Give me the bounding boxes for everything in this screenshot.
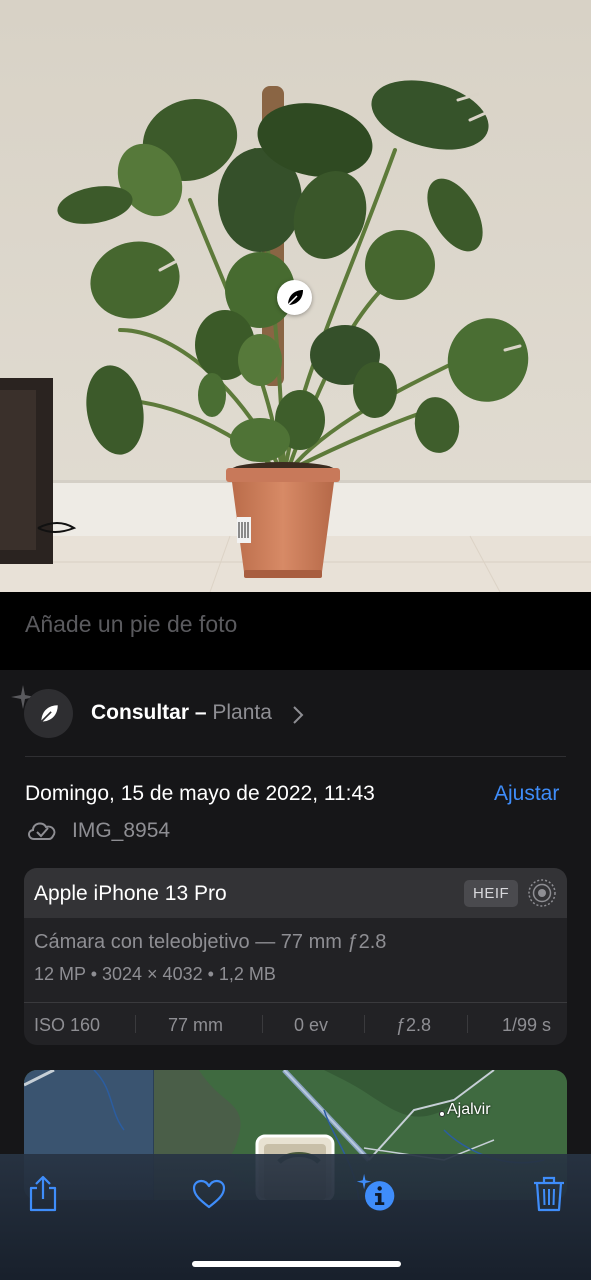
photo-view[interactable] [0, 0, 591, 592]
lookup-title: Consultar – [91, 701, 207, 724]
info-button[interactable] [354, 1172, 398, 1216]
map-place-label: Ajalvir [447, 1101, 491, 1118]
info-sparkle-icon [356, 1173, 395, 1211]
exif-row: ISO 160 77 mm 0 ev ƒ2.8 1/99 s [24, 1003, 567, 1045]
heart-icon [192, 1179, 226, 1209]
caption-placeholder: Añade un pie de foto [25, 611, 238, 637]
exif-shutter: 1/99 s [502, 1015, 552, 1035]
image-specs: 12 MP • 3024 × 4032 • 1,2 MB [34, 964, 276, 984]
chevron-right-icon [293, 706, 304, 724]
exif-separator [135, 1015, 136, 1033]
exif-separator [364, 1015, 365, 1033]
share-icon [29, 1175, 57, 1212]
visual-lookup-button[interactable] [24, 689, 73, 738]
format-badge: HEIF [464, 880, 519, 907]
exif-aperture: ƒ2.8 [396, 1015, 432, 1035]
exif-ev: 0 ev [294, 1015, 329, 1035]
exif-separator [467, 1015, 468, 1033]
share-button[interactable] [21, 1172, 65, 1216]
lens-info: Cámara con teleobjetivo — 77 mm ƒ2.8 [34, 931, 387, 953]
delete-button[interactable] [527, 1172, 571, 1216]
exif-iso: ISO 160 [34, 1015, 101, 1035]
visual-lookup-row[interactable]: Consultar – Planta [91, 701, 272, 725]
exif-separator [262, 1015, 263, 1033]
visual-lookup-badge[interactable] [277, 280, 312, 315]
trash-icon [534, 1176, 564, 1212]
file-name: IMG_8954 [72, 819, 171, 842]
home-indicator[interactable] [192, 1261, 401, 1267]
camera-card-header: Apple iPhone 13 Pro HEIF [24, 868, 567, 918]
adjust-date-button[interactable]: Ajustar [494, 782, 559, 806]
leaf-icon [40, 704, 58, 722]
camera-info-card: Apple iPhone 13 Pro HEIF Cámara con tele… [24, 868, 567, 1045]
exif-focal: 77 mm [168, 1015, 224, 1035]
favorite-button[interactable] [187, 1172, 231, 1216]
divider [25, 756, 566, 757]
icloud-check-icon [28, 822, 56, 840]
live-photo-icon[interactable] [527, 878, 557, 908]
capture-date: Domingo, 15 de mayo de 2022, 11:43 [25, 782, 375, 805]
caption-field[interactable]: Añade un pie de foto [0, 592, 591, 670]
lookup-subject: Planta [212, 701, 272, 724]
map-place-dot [439, 1111, 445, 1117]
device-name: Apple iPhone 13 Pro [34, 882, 227, 905]
leaf-icon [286, 289, 303, 306]
